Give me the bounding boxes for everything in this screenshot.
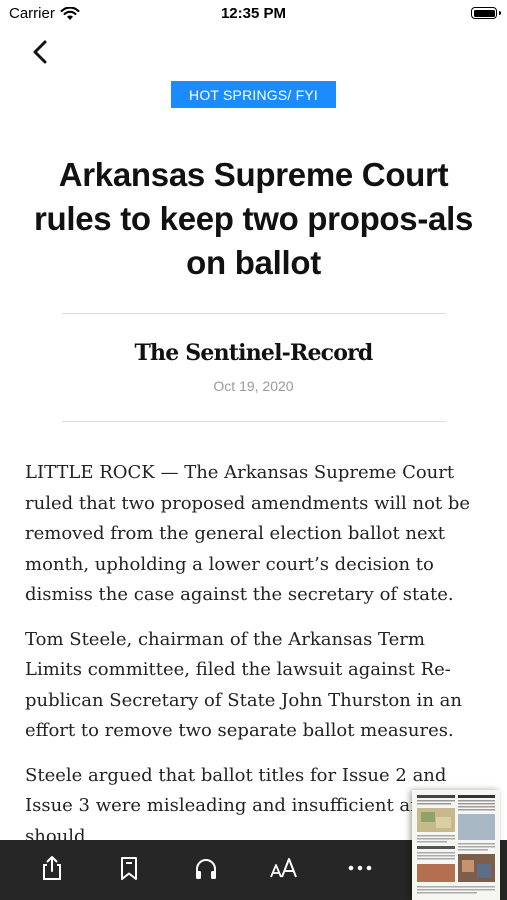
battery-icon: [471, 7, 501, 19]
status-time: 12:35 PM: [220, 5, 287, 22]
share-icon: [43, 856, 61, 880]
article-paragraph: Tom Steele, chairman of the Arkansas Ter…: [25, 628, 462, 742]
article-headline: Arkansas Supreme Court rules to keep two…: [33, 156, 474, 281]
newspaper-page-icon: [412, 790, 500, 900]
article-date: Oct 19, 2020: [213, 378, 294, 394]
text-size-button[interactable]: [269, 854, 297, 882]
divider-bottom: [62, 421, 446, 422]
bookmark-icon: [121, 857, 137, 880]
status-bar: Carrier 12:35 PM: [0, 0, 507, 30]
more-button[interactable]: [346, 854, 374, 882]
publication-masthead: The Sentinel-Record: [134, 340, 373, 366]
chevron-left-icon: [33, 40, 47, 64]
back-button[interactable]: [26, 36, 56, 68]
headphones-icon: [196, 859, 216, 879]
section-tag[interactable]: HOT SPRINGS/ FYI: [171, 81, 336, 108]
share-button[interactable]: [38, 854, 66, 882]
article-paragraph: LITTLE ROCK — The Arkansas Supreme Court…: [25, 462, 471, 605]
bookmark-button[interactable]: [115, 854, 143, 882]
page-thumbnail[interactable]: [412, 790, 500, 900]
more-icon: [348, 865, 372, 871]
text-size-icon: [270, 858, 297, 878]
divider-top: [62, 313, 446, 314]
listen-button[interactable]: [192, 854, 220, 882]
